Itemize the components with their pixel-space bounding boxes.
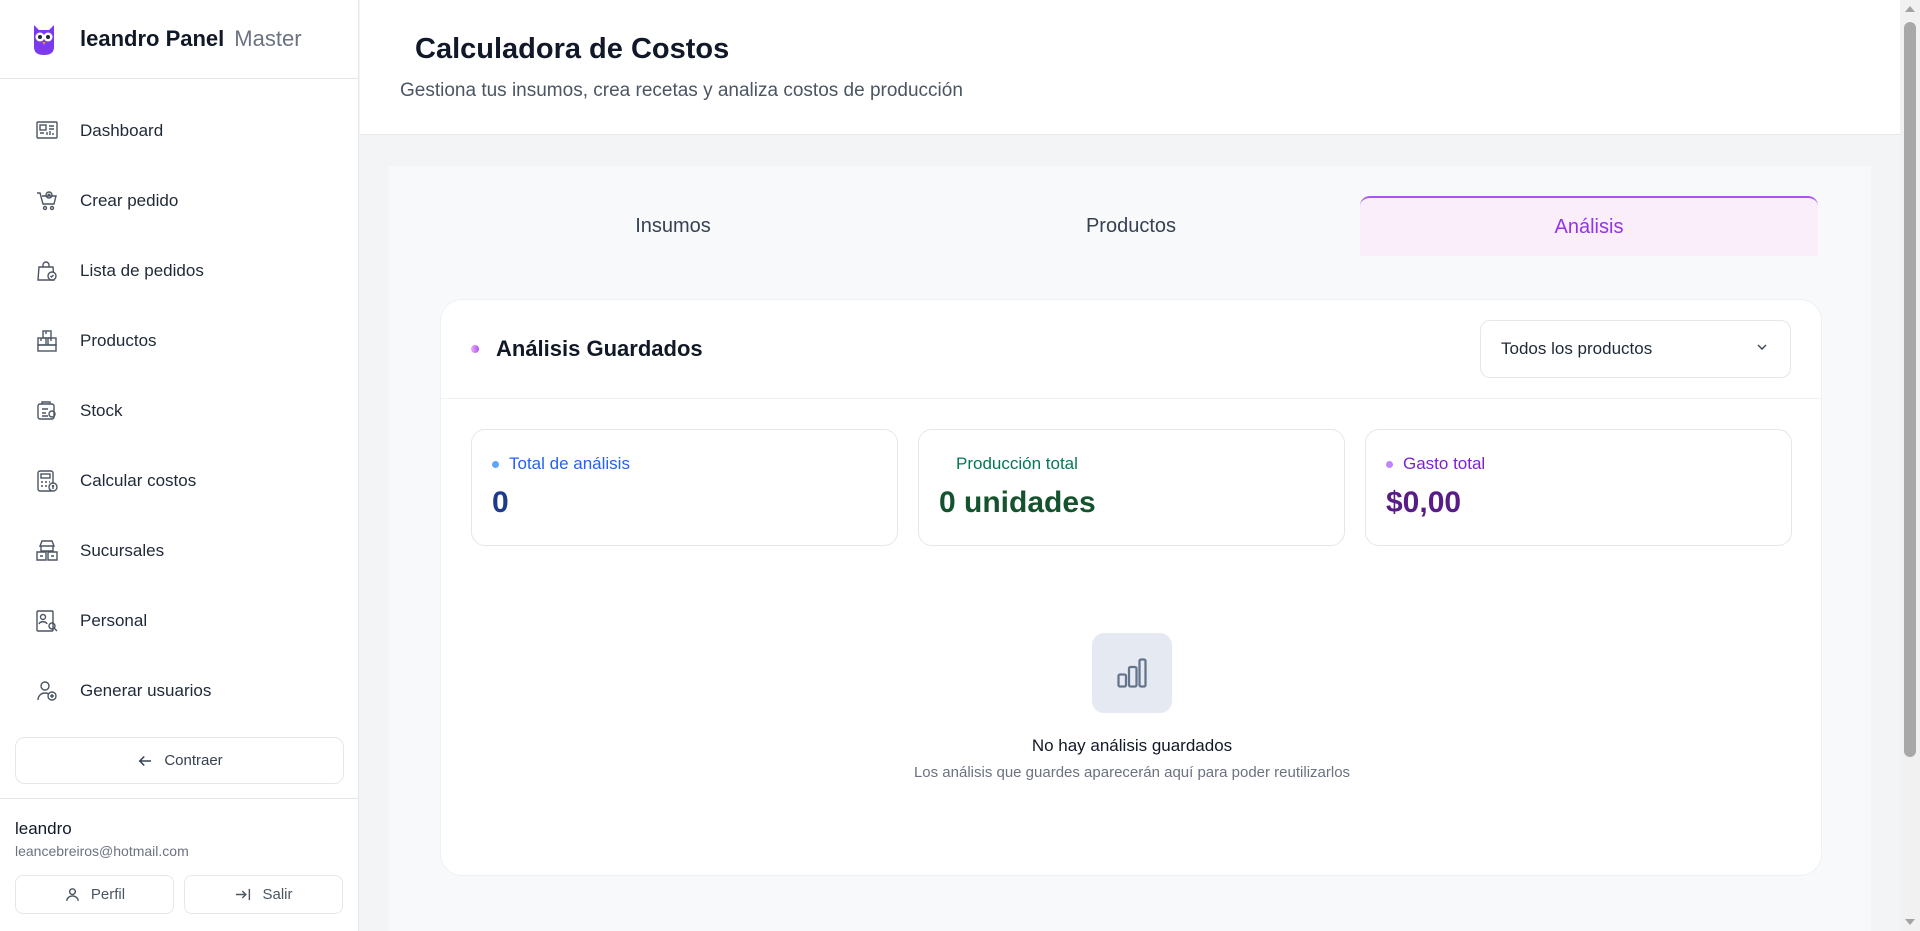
- sidebar: leandro Panel Master Dashboard Crear ped…: [0, 0, 359, 931]
- user-section: leandro leancebreiros@hotmail.com Perfil…: [0, 798, 359, 914]
- page-title: Calculadora de Costos: [415, 33, 730, 65]
- owl-logo-icon: [34, 25, 54, 55]
- product-filter-value: Todos los productos: [1501, 339, 1653, 358]
- user-add-icon: [34, 678, 60, 704]
- user-icon: [64, 886, 81, 903]
- tab-insumos[interactable]: Insumos: [444, 196, 902, 256]
- logout-icon: [234, 886, 252, 903]
- main-content: Insumos Productos Análisis Análisis Guar…: [389, 166, 1871, 931]
- store-icon: [34, 538, 60, 564]
- stat-label-row: Total de análisis: [492, 454, 877, 474]
- page-subtitle: Gestiona tus insumos, crea recetas y ana…: [400, 80, 963, 101]
- analysis-card: Análisis Guardados Todos los productos T…: [440, 299, 1822, 876]
- tab-productos[interactable]: Productos: [902, 196, 1360, 256]
- page-header: Calculadora de Costos Gestiona tus insum…: [360, 0, 1900, 135]
- sidebar-nav: Dashboard Crear pedido Lista de pedidos …: [0, 79, 358, 726]
- sidebar-item-label: Stock: [80, 401, 123, 420]
- user-actions: Perfil Salir: [15, 875, 344, 914]
- scroll-up-icon[interactable]: [1905, 6, 1915, 12]
- stat-value: $0,00: [1386, 486, 1462, 519]
- dashboard-icon: [34, 118, 60, 144]
- arrow-left-icon: [136, 752, 154, 770]
- sidebar-item-sucursales[interactable]: Sucursales: [0, 516, 358, 586]
- stat-dot: [1386, 460, 1393, 468]
- id-search-icon: [34, 608, 60, 634]
- sidebar-item-calcular-costos[interactable]: Calcular costos: [0, 446, 358, 516]
- bar-chart-icon: [1092, 633, 1172, 713]
- cart-add-icon: [34, 188, 60, 214]
- sidebar-item-label: Personal: [80, 611, 148, 630]
- product-filter-select[interactable]: Todos los productos: [1480, 320, 1791, 378]
- user-email: leancebreiros@hotmail.com: [15, 843, 189, 859]
- stat-dot: [939, 460, 946, 468]
- logout-label: Salir: [262, 886, 293, 903]
- sidebar-item-stock[interactable]: Stock: [0, 376, 358, 446]
- stat-label: Total de análisis: [509, 454, 630, 473]
- stat-gasto-total: Gasto total $0,00: [1365, 429, 1792, 546]
- brand-role: Master: [234, 26, 302, 51]
- stat-produccion-total: Producción total 0 unidades: [918, 429, 1345, 546]
- empty-title: No hay análisis guardados: [1031, 736, 1233, 755]
- brand-name: leandro Panel: [80, 26, 225, 51]
- stat-label-row: Producción total: [939, 454, 1324, 474]
- tab-bar: Insumos Productos Análisis: [444, 196, 1818, 256]
- sidebar-item-dashboard[interactable]: Dashboard: [0, 96, 358, 166]
- collapse-button[interactable]: Contraer: [15, 737, 344, 784]
- stat-value: 0: [492, 486, 509, 519]
- empty-state: No hay análisis guardados Los análisis q…: [441, 633, 1823, 781]
- tab-analisis[interactable]: Análisis: [1360, 196, 1818, 256]
- profile-label: Perfil: [90, 886, 126, 903]
- stat-label: Gasto total: [1403, 454, 1486, 473]
- scroll-thumb[interactable]: [1904, 22, 1916, 757]
- stat-dot: [492, 460, 499, 468]
- chevron-down-icon: [1754, 339, 1770, 360]
- sidebar-item-label: Calcular costos: [80, 471, 197, 490]
- sidebar-item-personal[interactable]: Personal: [0, 586, 358, 656]
- stat-total-analisis: Total de análisis 0: [471, 429, 898, 546]
- sidebar-item-productos[interactable]: Productos: [0, 306, 358, 376]
- boxes-icon: [34, 328, 60, 354]
- stat-value: 0 unidades: [939, 486, 1096, 519]
- brand: leandro Panel Master: [0, 0, 358, 79]
- sidebar-item-label: Crear pedido: [80, 191, 179, 210]
- sidebar-item-label: Productos: [80, 331, 157, 350]
- empty-description: Los análisis que guardes aparecerán aquí…: [913, 764, 1351, 781]
- sidebar-item-lista-pedidos[interactable]: Lista de pedidos: [0, 236, 358, 306]
- title-dot: [471, 345, 479, 353]
- bag-check-icon: [34, 258, 60, 284]
- stat-label: Producción total: [956, 454, 1078, 473]
- logout-button[interactable]: Salir: [184, 875, 343, 914]
- calculator-icon: [34, 468, 60, 494]
- user-name: leandro: [15, 819, 72, 838]
- scroll-down-icon[interactable]: [1905, 919, 1915, 925]
- sidebar-item-label: Lista de pedidos: [80, 261, 204, 280]
- stats-row: Total de análisis 0 Producción total 0 u…: [471, 429, 1792, 546]
- sidebar-item-crear-pedido[interactable]: Crear pedido: [0, 166, 358, 236]
- analysis-card-header: Análisis Guardados Todos los productos: [441, 300, 1821, 399]
- profile-button[interactable]: Perfil: [15, 875, 174, 914]
- sidebar-item-label: Generar usuarios: [80, 681, 212, 700]
- collapse-label: Contraer: [164, 752, 223, 769]
- page-scrollbar[interactable]: [1900, 0, 1920, 931]
- sidebar-item-label: Sucursales: [80, 541, 165, 560]
- stock-icon: [34, 398, 60, 424]
- sidebar-item-generar-usuarios[interactable]: Generar usuarios: [0, 656, 358, 726]
- analysis-title: Análisis Guardados: [496, 336, 703, 361]
- stat-label-row: Gasto total: [1386, 454, 1771, 474]
- sidebar-item-label: Dashboard: [80, 121, 164, 140]
